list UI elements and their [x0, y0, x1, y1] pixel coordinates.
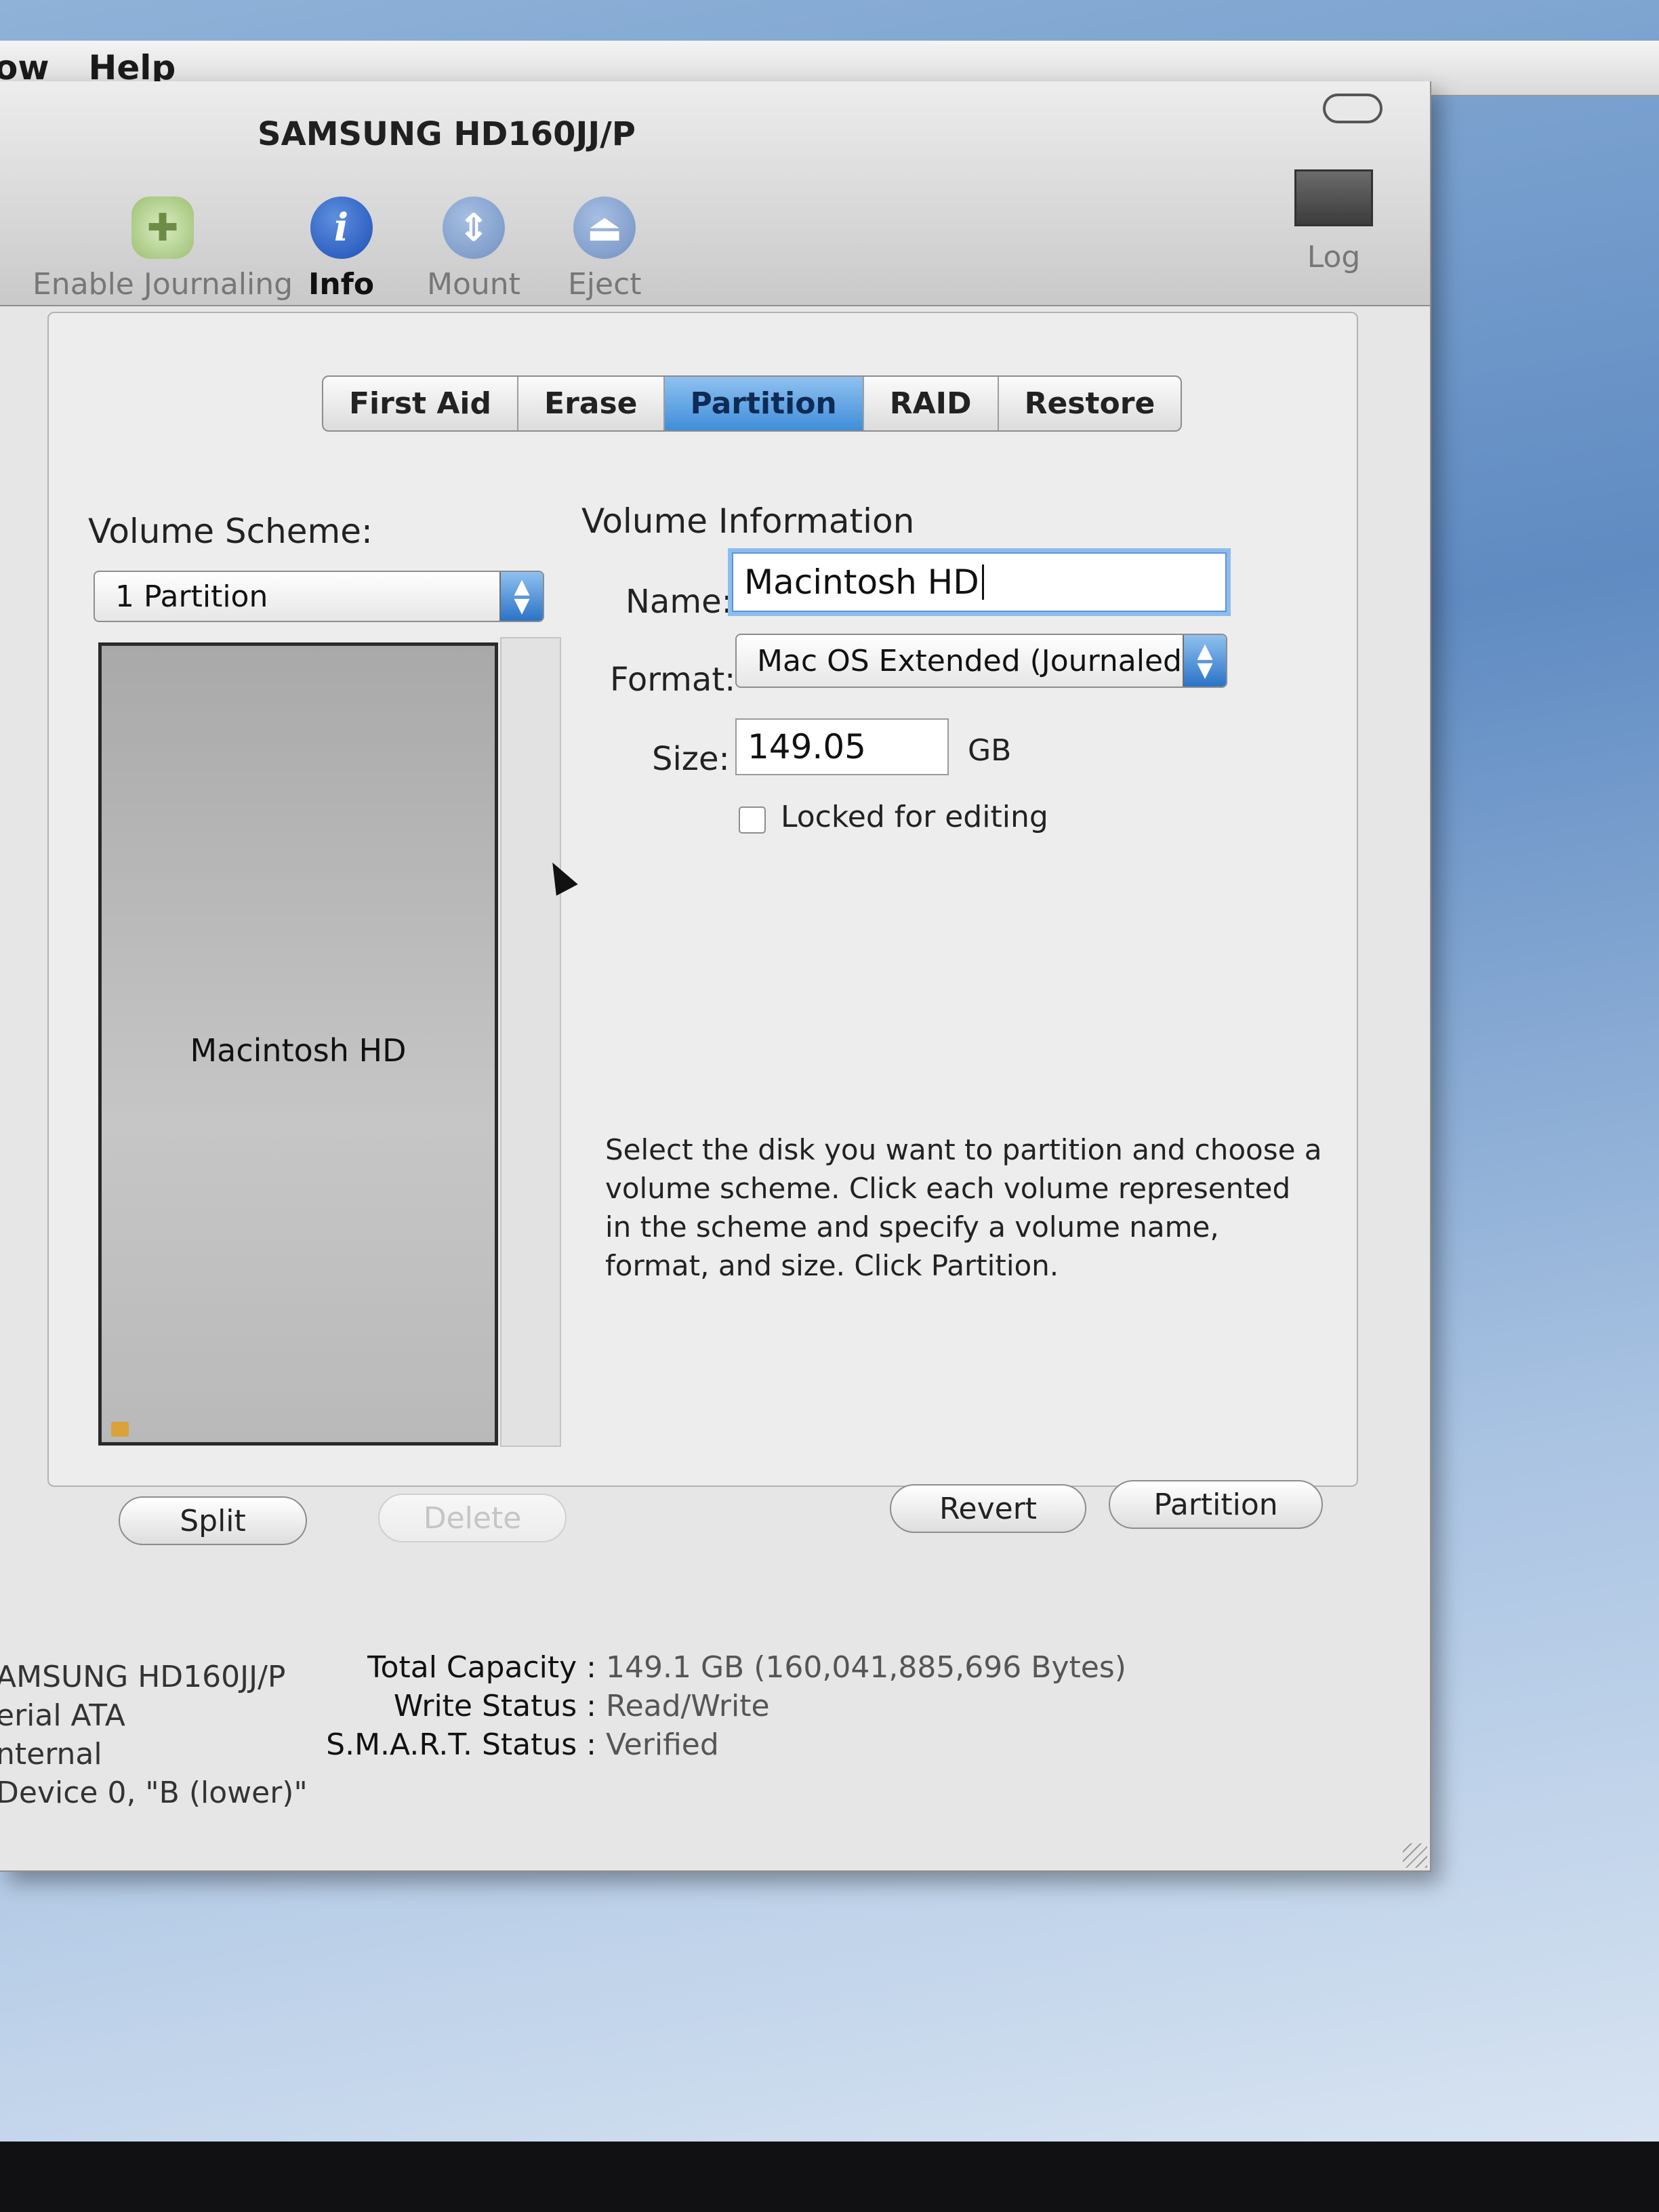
write-status-label: Write Status :: [393, 1689, 596, 1723]
monitor-bezel: [0, 2142, 1659, 2212]
info-label: Info: [308, 267, 375, 302]
tab-first-aid[interactable]: First Aid: [323, 377, 519, 430]
tab-restore[interactable]: Restore: [999, 377, 1181, 430]
info-icon: i: [310, 197, 373, 259]
select-arrows-icon: ▲ ▼: [499, 572, 543, 621]
select-arrows-icon: ▲ ▼: [1183, 635, 1226, 687]
smart-status-value: Verified: [606, 1727, 719, 1762]
size-unit: GB: [968, 733, 1012, 768]
enable-journaling-button[interactable]: ✚ Enable Journaling: [33, 197, 293, 302]
log-icon: [1294, 169, 1373, 226]
locked-checkbox[interactable]: [739, 806, 766, 834]
total-capacity-value: 149.1 GB (160,041,885,696 Bytes): [606, 1650, 1126, 1685]
tab-raid[interactable]: RAID: [864, 377, 999, 430]
tab-partition[interactable]: Partition: [664, 377, 864, 430]
tab-erase[interactable]: Erase: [518, 377, 665, 430]
eject-icon: ⏏: [573, 197, 636, 259]
mount-icon: ⇕: [442, 197, 505, 259]
volume-scheme-select[interactable]: 1 Partition ▲ ▼: [94, 571, 544, 622]
total-capacity-label: Total Capacity :: [367, 1650, 596, 1685]
smart-status-label: S.M.A.R.T. Status :: [326, 1727, 596, 1762]
split-button[interactable]: Split: [119, 1496, 307, 1545]
scheme-volume-label: Macintosh HD: [190, 1032, 407, 1069]
journaling-icon: ✚: [131, 197, 194, 259]
eject-button[interactable]: ⏏ Eject: [568, 197, 642, 302]
tab-bar: First Aid Erase Partition RAID Restore: [322, 375, 1183, 432]
eject-label: Eject: [568, 267, 642, 302]
scheme-scrollbar[interactable]: [500, 637, 561, 1447]
locked-label: Locked for editing: [781, 800, 1048, 834]
volume-scheme-value: 1 Partition: [115, 579, 268, 614]
log-label: Log: [1307, 240, 1361, 274]
size-input[interactable]: 149.05: [735, 718, 949, 775]
resize-grip[interactable]: [1403, 1843, 1427, 1868]
window-title: SAMSUNG HD160JJ/P: [258, 115, 636, 153]
size-label: Size:: [652, 740, 730, 778]
volume-name-value: Macintosh HD: [744, 562, 979, 602]
mount-label: Mount: [427, 267, 520, 302]
title-bar: SAMSUNG HD160JJ/P ✚ Enable Journaling i …: [0, 81, 1430, 306]
text-caret: [981, 565, 984, 600]
volume-information-heading: Volume Information: [581, 501, 915, 541]
enable-journaling-label: Enable Journaling: [33, 267, 293, 302]
format-label: Format:: [610, 661, 736, 699]
lock-icon: [111, 1422, 129, 1437]
info-button[interactable]: i Info: [308, 197, 374, 302]
log-button[interactable]: Log: [1294, 169, 1373, 274]
size-value: 149.05: [747, 727, 866, 766]
name-label: Name:: [626, 583, 733, 621]
format-select[interactable]: Mac OS Extended (Journaled) ▲ ▼: [735, 634, 1227, 688]
partition-button[interactable]: Partition: [1109, 1480, 1323, 1529]
partition-scheme-view[interactable]: Macintosh HD: [98, 642, 498, 1446]
write-status-value: Read/Write: [606, 1689, 770, 1723]
mount-button[interactable]: ⇕ Mount: [427, 197, 520, 302]
volume-name-input[interactable]: Macintosh HD: [732, 552, 1227, 612]
format-value: Mac OS Extended (Journaled): [757, 643, 1194, 678]
disk-stats: Total Capacity : 149.1 GB (160,041,885,6…: [217, 1648, 1126, 1764]
volume-scheme-label: Volume Scheme:: [88, 512, 373, 551]
disk-device: Device 0, "B (lower)": [0, 1776, 308, 1810]
delete-button[interactable]: Delete: [378, 1494, 567, 1542]
toolbar-toggle-button[interactable]: [1323, 94, 1382, 123]
partition-help-text: Select the disk you want to partition an…: [605, 1133, 1322, 1282]
revert-button[interactable]: Revert: [890, 1484, 1086, 1533]
